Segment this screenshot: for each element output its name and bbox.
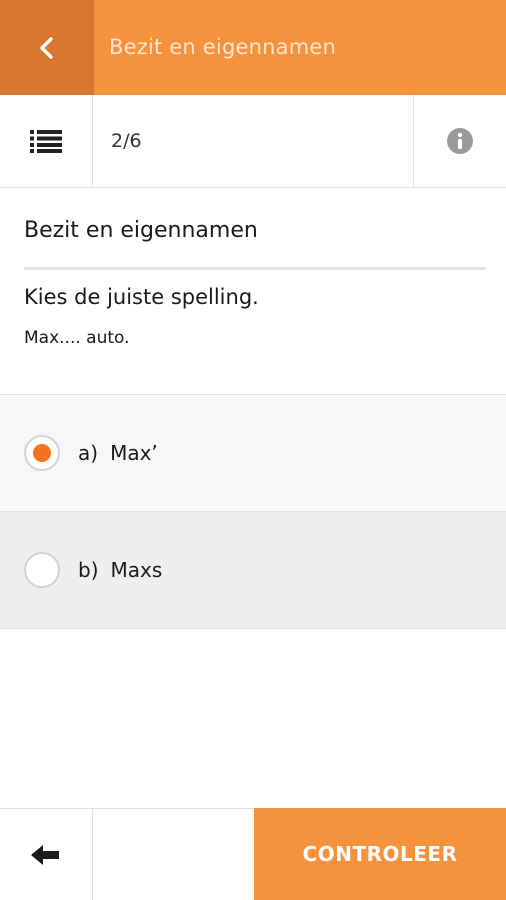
question-sentence: Max.... auto. [24, 328, 130, 348]
chevron-left-icon [40, 36, 53, 59]
previous-button[interactable] [0, 809, 93, 900]
answer-option-b[interactable]: b) Maxs [0, 512, 506, 629]
info-icon [447, 128, 473, 154]
heading-divider [24, 267, 486, 270]
exercise-heading: Bezit en eigennamen [24, 218, 258, 243]
arrow-left-icon [31, 844, 59, 865]
radio-dot [33, 444, 51, 462]
option-text: Max’ [110, 441, 158, 465]
radio-button-selected[interactable] [24, 435, 60, 471]
bottom-spacer [93, 809, 254, 900]
radio-button[interactable] [24, 552, 60, 588]
check-button[interactable]: CONTROLEER [254, 808, 506, 900]
page-title: Bezit en eigennamen [109, 35, 336, 59]
option-letter: a) [78, 441, 99, 465]
answer-options: a) Max’ b) Maxs [0, 394, 506, 629]
app-bar: Bezit en eigennamen [0, 0, 506, 95]
progress-counter: 2/6 [111, 130, 142, 152]
back-button[interactable] [0, 0, 94, 95]
list-icon [30, 130, 62, 153]
option-letter: b) [78, 558, 99, 582]
exercise-list-button[interactable] [0, 95, 93, 187]
answer-option-a[interactable]: a) Max’ [0, 395, 506, 512]
exercise-toolbar: 2/6 [0, 95, 506, 188]
bottom-bar: CONTROLEER [0, 808, 506, 900]
info-button[interactable] [413, 95, 506, 187]
question-text: Kies de juiste spelling. [24, 285, 259, 309]
option-text: Maxs [110, 558, 163, 582]
